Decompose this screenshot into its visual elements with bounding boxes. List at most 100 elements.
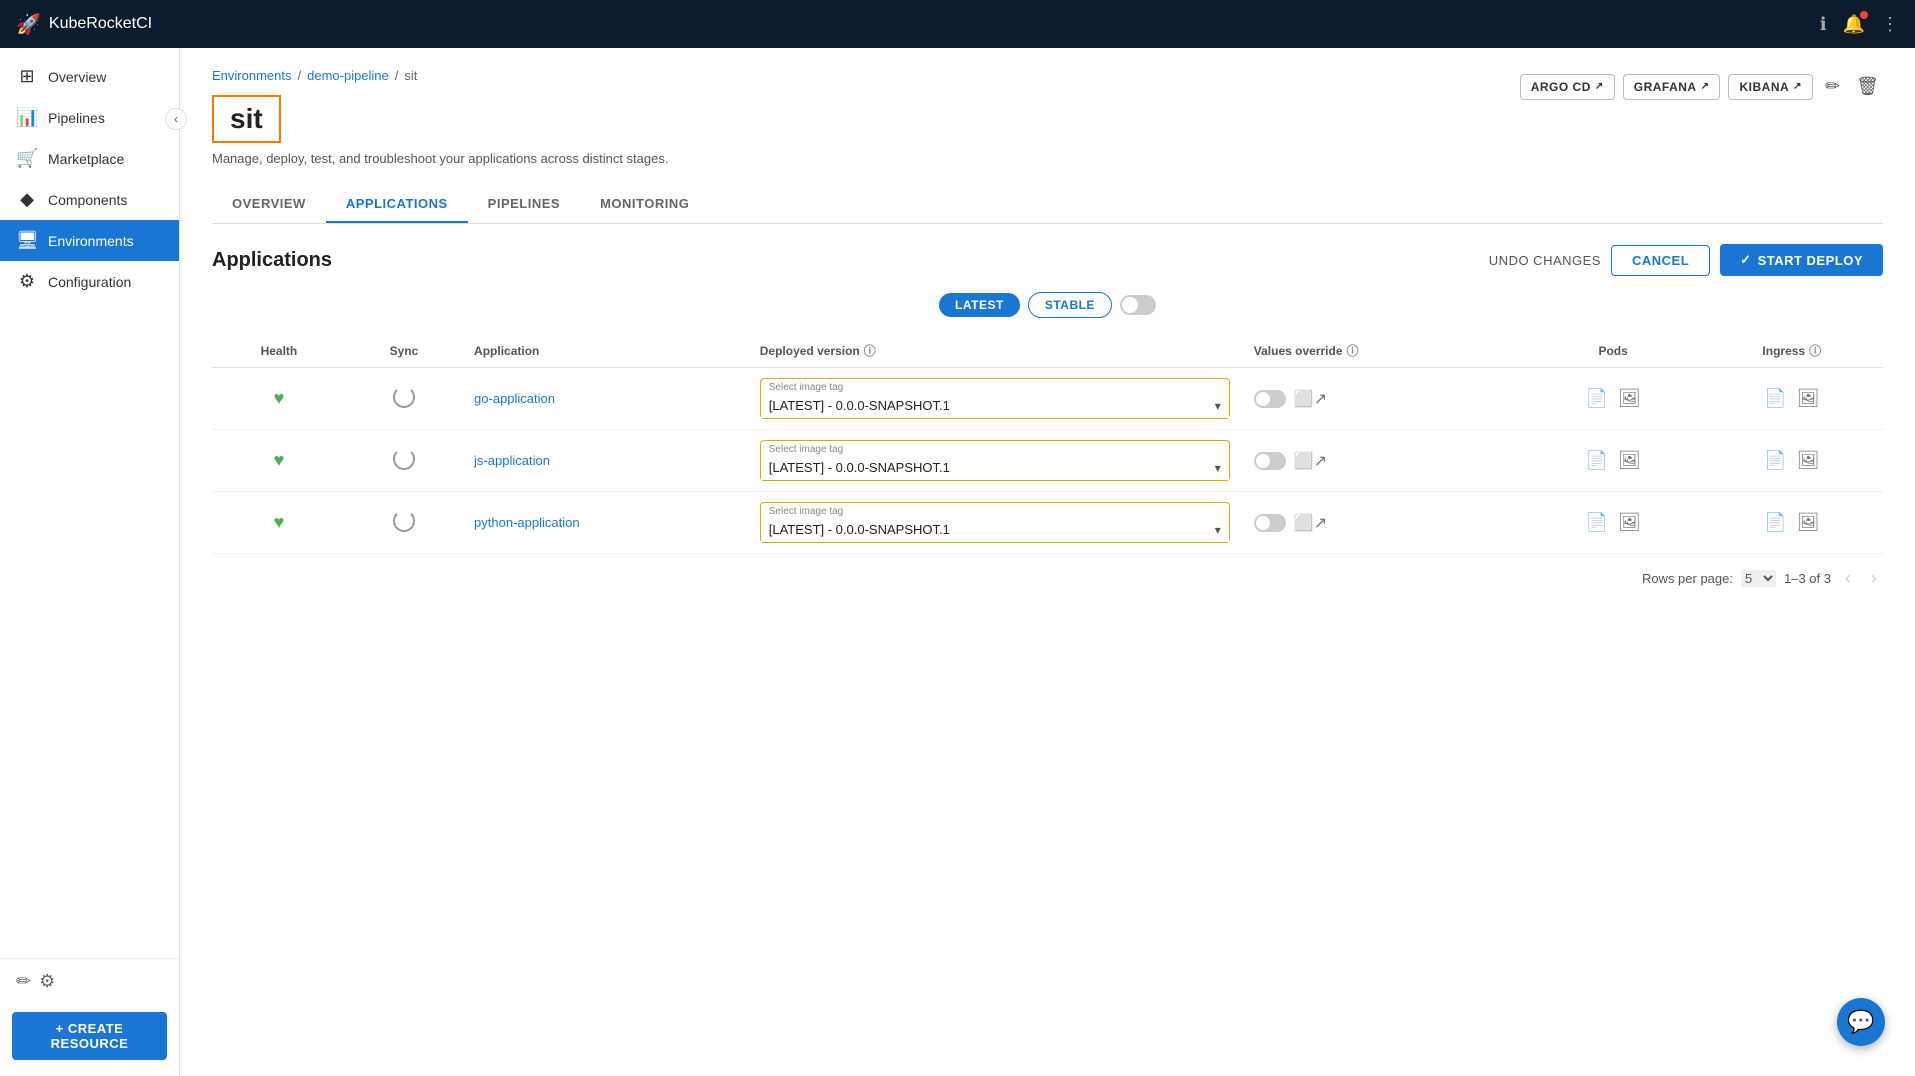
info-icon[interactable]: ℹ: [1820, 14, 1827, 35]
kibana-button[interactable]: KIBANA ↗: [1728, 74, 1813, 100]
application-cell: python-application: [462, 492, 748, 554]
ingress-cell: 📄 🖼: [1701, 430, 1883, 492]
sidebar-collapse-button[interactable]: ‹: [165, 108, 187, 130]
health-icon: ♥: [274, 450, 285, 470]
next-page-button[interactable]: ›: [1865, 566, 1883, 591]
health-icon: ♥: [274, 512, 285, 532]
argo-cd-label: ARGO CD: [1531, 80, 1591, 94]
breadcrumb-sep1: /: [297, 68, 301, 83]
health-cell: ♥: [212, 492, 346, 554]
undo-changes-button[interactable]: UNDO CHANGES: [1489, 253, 1601, 268]
edit-values-icon[interactable]: ⬜↗: [1294, 513, 1327, 533]
values-toggle[interactable]: [1254, 452, 1286, 470]
tabs: OVERVIEW APPLICATIONS PIPELINES MONITORI…: [212, 186, 1883, 224]
application-cell: js-application: [462, 430, 748, 492]
image-tag-label: Select image tag: [761, 441, 1229, 456]
breadcrumb-environments[interactable]: Environments: [212, 68, 291, 83]
grafana-button[interactable]: GRAFANA ↗: [1623, 74, 1721, 100]
navbar-left: 🚀 KubeRocketCI: [16, 12, 152, 37]
cancel-button[interactable]: CANCEL: [1611, 245, 1710, 276]
pods-doc-icon[interactable]: 📄: [1585, 388, 1607, 409]
values-toggle[interactable]: [1254, 514, 1286, 532]
ingress-doc-icon[interactable]: 📄: [1764, 388, 1786, 409]
pods-ext-icon[interactable]: 🖼: [1618, 388, 1641, 409]
tab-applications[interactable]: APPLICATIONS: [326, 186, 468, 223]
tab-monitoring[interactable]: MONITORING: [580, 186, 709, 223]
sidebar-item-configuration[interactable]: ⚙ Configuration: [0, 261, 179, 302]
deployed-version-cell: Select image tag [LATEST] - 0.0.0-SNAPSH…: [748, 430, 1242, 492]
pods-ext-icon[interactable]: 🖼: [1618, 450, 1641, 471]
ingress-info-icon[interactable]: ⓘ: [1809, 342, 1821, 359]
tag-filter: LATEST STABLE: [212, 292, 1883, 318]
delete-env-button[interactable]: 🗑: [1852, 72, 1883, 101]
deployed-version-cell: Select image tag [LATEST] - 0.0.0-SNAPSH…: [748, 492, 1242, 554]
th-sync: Sync: [346, 334, 462, 368]
notification-icon[interactable]: 🔔: [1843, 14, 1865, 35]
kibana-label: KIBANA: [1739, 80, 1789, 94]
sync-spinner: [393, 386, 415, 408]
sidebar-item-pipelines[interactable]: 📊 Pipelines: [0, 97, 179, 138]
image-tag-select[interactable]: [LATEST] - 0.0.0-SNAPSHOT.1[STABLE] - 0.…: [761, 394, 1229, 418]
check-icon: ✓: [1740, 252, 1751, 268]
image-tag-select[interactable]: [LATEST] - 0.0.0-SNAPSHOT.1[STABLE] - 0.…: [761, 456, 1229, 480]
tab-pipelines[interactable]: PIPELINES: [468, 186, 580, 223]
chat-fab-button[interactable]: 💬: [1837, 998, 1885, 1046]
breadcrumb-and-title: Environments / demo-pipeline / sit sit: [212, 68, 417, 143]
image-tag-select[interactable]: [LATEST] - 0.0.0-SNAPSHOT.1[STABLE] - 0.…: [761, 518, 1229, 542]
values-override-info-icon[interactable]: ⓘ: [1347, 342, 1359, 359]
pods-doc-icon[interactable]: 📄: [1585, 512, 1607, 533]
header-top: Environments / demo-pipeline / sit sit A…: [212, 68, 1883, 143]
toggle-switch[interactable]: [1120, 295, 1156, 315]
breadcrumb-pipeline[interactable]: demo-pipeline: [307, 68, 389, 83]
settings-tool-icon[interactable]: ⚙: [39, 971, 55, 992]
main-layout: ‹ ⊞ Overview 📊 Pipelines 🛒 Marketplace ◆…: [0, 48, 1915, 1076]
sidebar-footer: ✏ ⚙ + CREATE RESOURCE: [0, 958, 179, 1076]
sidebar-item-label: Configuration: [48, 274, 131, 290]
ingress-doc-icon[interactable]: 📄: [1764, 450, 1786, 471]
pods-doc-icon[interactable]: 📄: [1585, 450, 1607, 471]
app-name-link[interactable]: python-application: [474, 515, 580, 530]
edit-values-icon[interactable]: ⬜↗: [1294, 451, 1327, 471]
pods-ext-icon[interactable]: 🖼: [1618, 512, 1641, 533]
app-name-link[interactable]: go-application: [474, 391, 555, 406]
section-header: Applications UNDO CHANGES CANCEL ✓ START…: [212, 244, 1883, 276]
ingress-doc-icon[interactable]: 📄: [1764, 512, 1786, 533]
edit-values-icon[interactable]: ⬜↗: [1294, 389, 1327, 409]
argo-cd-button[interactable]: ARGO CD ↗: [1520, 74, 1615, 100]
edit-env-button[interactable]: ✏: [1821, 72, 1844, 101]
breadcrumb: Environments / demo-pipeline / sit: [212, 68, 417, 83]
sidebar-item-environments[interactable]: 🖥 Environments: [0, 220, 179, 261]
sidebar-item-label: Components: [48, 192, 127, 208]
rows-per-page-label: Rows per page:: [1642, 571, 1733, 586]
tab-overview[interactable]: OVERVIEW: [212, 186, 326, 223]
values-toggle[interactable]: [1254, 390, 1286, 408]
ingress-ext-icon[interactable]: 🖼: [1797, 512, 1820, 533]
edit-tool-icon[interactable]: ✏: [16, 971, 31, 992]
values-override-cell: ⬜↗: [1242, 430, 1526, 492]
marketplace-icon: 🛒: [16, 148, 38, 169]
prev-page-button[interactable]: ‹: [1839, 566, 1857, 591]
sync-spinner: [393, 448, 415, 470]
breadcrumb-current: sit: [404, 68, 417, 83]
content-area: Environments / demo-pipeline / sit sit A…: [180, 48, 1915, 1076]
rows-per-page-select[interactable]: 5 10 25: [1741, 570, 1776, 587]
sidebar-item-label: Pipelines: [48, 110, 105, 126]
latest-tag-button[interactable]: LATEST: [939, 293, 1020, 317]
sidebar-bottom-tools: ✏ ⚙: [0, 958, 179, 1004]
deployed-version-info-icon[interactable]: ⓘ: [864, 342, 876, 359]
sidebar-item-marketplace[interactable]: 🛒 Marketplace: [0, 138, 179, 179]
sidebar-item-label: Environments: [48, 233, 134, 249]
stable-tag-button[interactable]: STABLE: [1028, 292, 1112, 318]
start-deploy-button[interactable]: ✓ START DEPLOY: [1720, 244, 1883, 276]
app-name-link[interactable]: js-application: [474, 453, 550, 468]
environments-icon: 🖥: [16, 230, 38, 251]
applications-table: Health Sync Application Deployed version…: [212, 334, 1883, 554]
create-resource-button[interactable]: + CREATE RESOURCE: [12, 1012, 167, 1060]
ingress-ext-icon[interactable]: 🖼: [1797, 388, 1820, 409]
ingress-ext-icon[interactable]: 🖼: [1797, 450, 1820, 471]
app-title: KubeRocketCI: [49, 15, 152, 33]
sync-spinner: [393, 510, 415, 532]
sidebar-item-components[interactable]: ◆ Components: [0, 179, 179, 220]
sidebar-item-overview[interactable]: ⊞ Overview: [0, 56, 179, 97]
more-menu-icon[interactable]: ⋮: [1881, 14, 1899, 35]
